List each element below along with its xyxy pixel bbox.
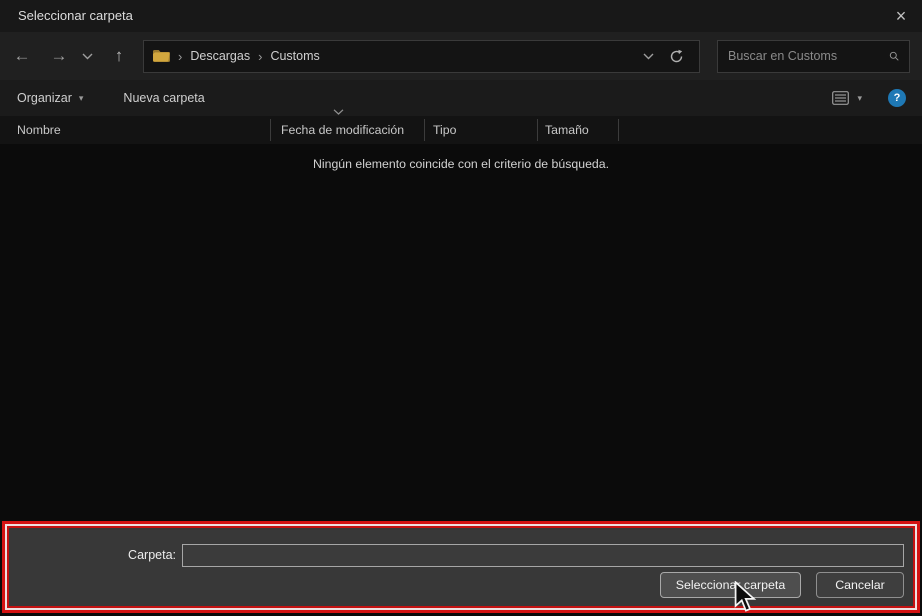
close-icon: × [895,5,907,26]
column-divider [618,119,619,141]
back-button[interactable]: ← [7,41,37,71]
search-icon[interactable] [889,49,899,63]
forward-button[interactable]: → [44,41,74,71]
folder-icon [153,50,170,62]
up-arrow-icon: ↑ [114,46,124,65]
search-box [717,39,910,73]
mouse-cursor [734,581,757,612]
column-header-tamano[interactable]: Tamaño [545,116,589,144]
forward-arrow-icon: → [50,46,68,65]
breadcrumb-separator: › [178,48,183,64]
toolbar-right-group: ▾ ? [832,89,922,107]
chevron-down-icon [643,53,653,59]
new-folder-button[interactable]: Nueva carpeta [123,91,204,105]
new-folder-label: Nueva carpeta [123,91,205,105]
select-folder-button[interactable]: Seleccionar carpeta [660,572,801,598]
empty-state-message: Ningún elemento coincide con el criterio… [313,157,609,171]
details-view-icon [832,91,850,105]
refresh-button[interactable] [661,49,691,64]
address-dropdown-button[interactable] [635,53,661,60]
breadcrumb-item-customs[interactable]: Customs [270,49,319,63]
folder-label: Carpeta: [128,548,176,562]
column-header-row: Nombre Fecha de modificación Tipo Tamaño [0,116,922,144]
close-button[interactable]: × [882,0,920,32]
column-divider [270,119,271,141]
chevron-down-icon [82,53,92,59]
column-header-nombre[interactable]: Nombre [17,116,61,144]
up-button[interactable]: ↑ [104,41,134,71]
chevron-down-icon: ▾ [857,92,862,103]
file-list-area: Ningún elemento coincide con el criterio… [0,144,922,521]
address-bar[interactable]: › Descargas › Customs [143,39,700,73]
view-options-button[interactable]: ▾ [832,91,862,105]
command-toolbar: Organizar ▾ Nueva carpeta ▾ ? [0,80,922,116]
organize-button[interactable]: Organizar ▾ [17,91,83,105]
select-folder-dialog: Seleccionar carpeta × ← → ↑ › Descargas [0,0,922,616]
window-title: Seleccionar carpeta [18,8,133,23]
help-button[interactable]: ? [888,89,906,107]
sort-indicator-icon [333,109,344,115]
back-arrow-icon: ← [13,46,31,65]
navigation-bar: ← → ↑ › Descargas › Customs [0,32,922,80]
chevron-down-icon: ▾ [78,92,84,103]
breadcrumb-item-descargas[interactable]: Descargas [190,49,250,63]
breadcrumb-separator: › [258,48,263,64]
title-bar: Seleccionar carpeta × [0,0,922,32]
column-divider [537,119,538,141]
annotation-highlight-box [2,521,920,613]
column-header-tipo[interactable]: Tipo [433,116,456,144]
organize-label: Organizar [17,91,72,105]
recent-locations-button[interactable] [76,41,98,71]
refresh-icon [670,49,682,62]
cancel-button[interactable]: Cancelar [816,572,904,598]
column-divider [424,119,425,141]
column-header-fecha[interactable]: Fecha de modificación [281,116,404,144]
search-input[interactable] [728,49,889,63]
help-icon: ? [893,92,901,104]
folder-name-input[interactable] [182,544,904,567]
